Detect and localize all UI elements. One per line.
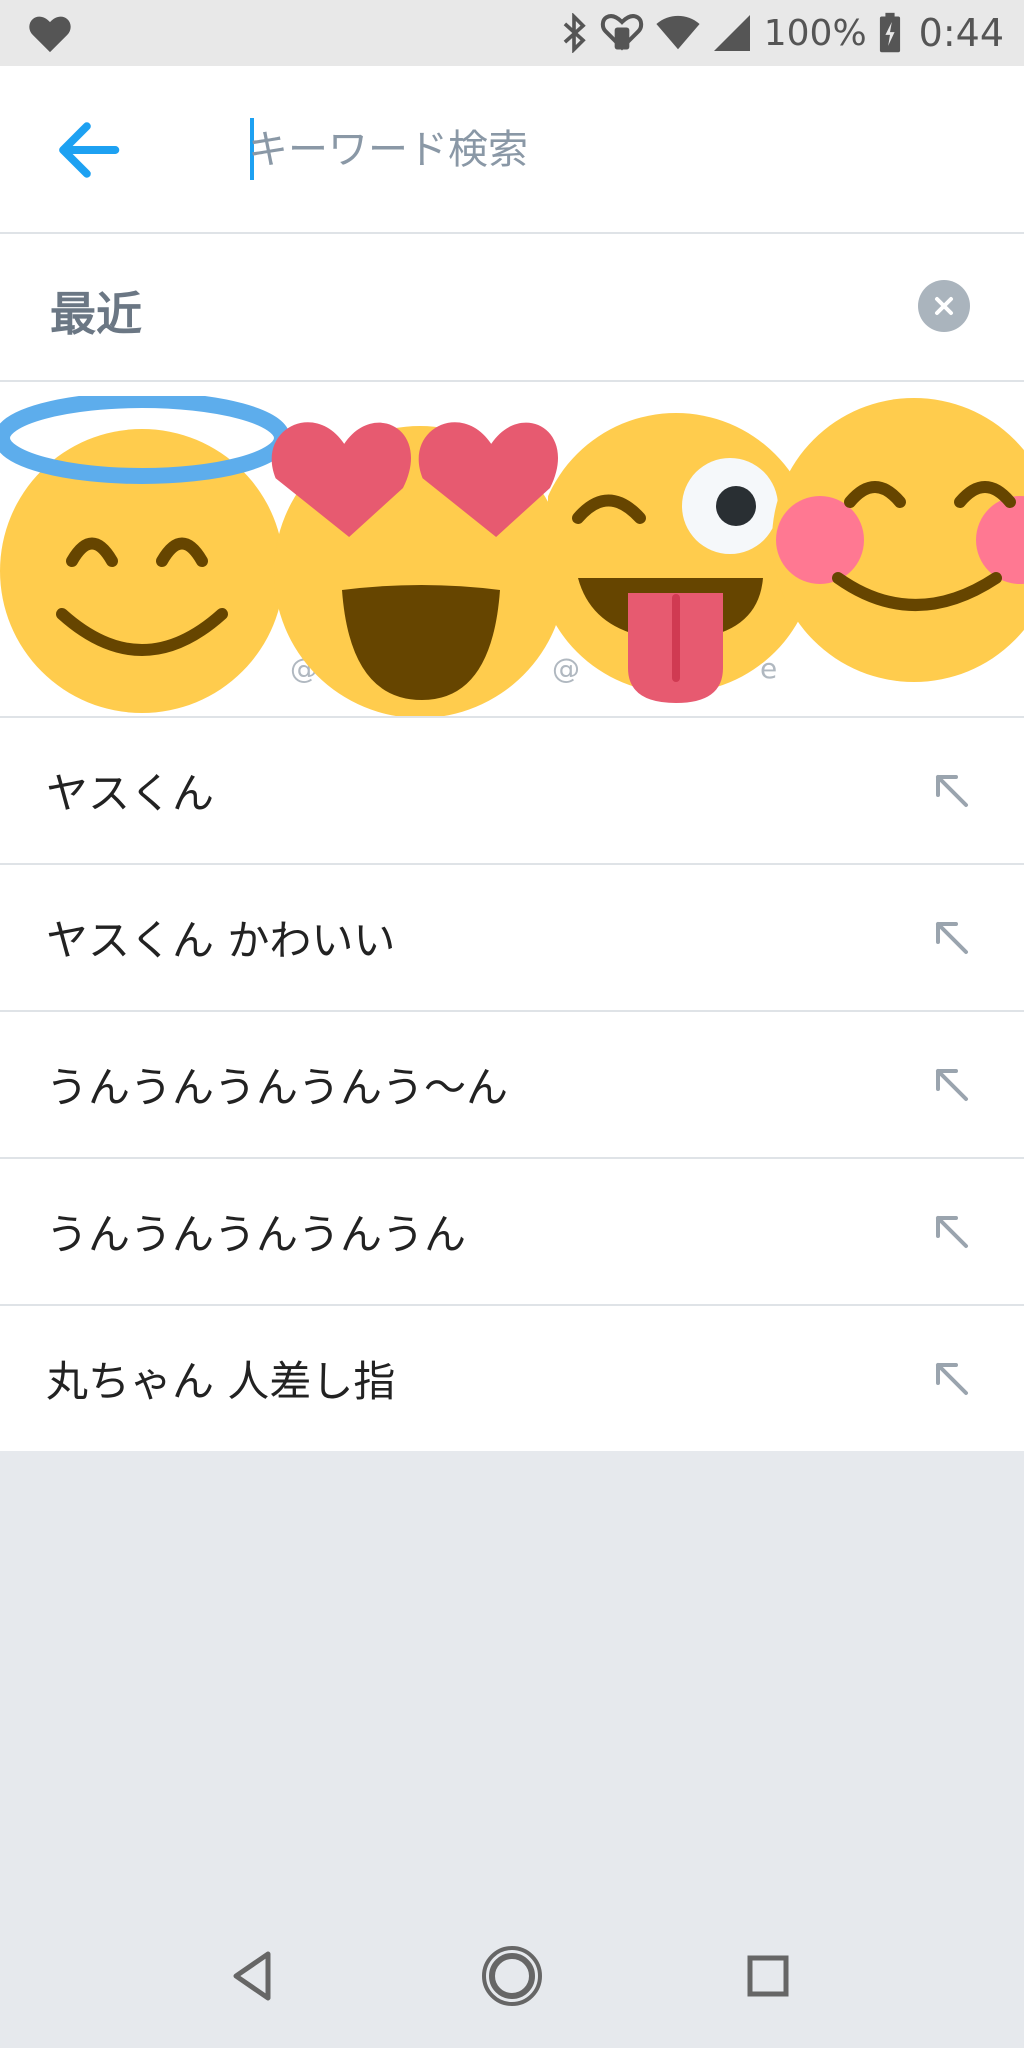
recent-search-item[interactable]: 丸ちゃん 人差し指	[0, 1306, 1024, 1451]
close-icon	[935, 297, 953, 315]
smiling-face-with-blush-icon[interactable]	[770, 382, 1024, 702]
smiling-face-with-heart-eyes-icon[interactable]	[262, 400, 582, 718]
battery-charging-icon	[879, 12, 900, 53]
clear-recent-button[interactable]	[918, 280, 970, 332]
home-circle-icon[interactable]	[480, 1944, 544, 2008]
arrow-up-left-icon[interactable]	[930, 1063, 974, 1107]
recent-search-text: ヤスくん かわいい	[46, 916, 396, 965]
recent-section-header: 最近	[0, 234, 1024, 382]
recent-search-text: うんうんうんうんう〜ん	[46, 1063, 509, 1112]
arrow-up-left-icon[interactable]	[930, 916, 974, 960]
recent-search-text: うんうんうんうんうん	[46, 1210, 467, 1259]
recent-search-text: 丸ちゃん 人差し指	[46, 1357, 396, 1406]
recent-search-item[interactable]: ヤスくん	[0, 718, 1024, 865]
smiling-face-with-halo-icon[interactable]	[0, 396, 300, 716]
recent-search-text: ヤスくん	[46, 769, 215, 818]
clock: 0:44	[918, 11, 1004, 55]
wifi-icon	[656, 15, 700, 50]
arrow-up-left-icon[interactable]	[930, 769, 974, 813]
recents-square-icon[interactable]	[736, 1944, 800, 2008]
status-bar: 100% 0:44	[0, 0, 1024, 66]
arrow-up-left-icon[interactable]	[930, 1357, 974, 1401]
heart-monitor-icon	[600, 14, 643, 51]
signal-icon	[713, 15, 750, 51]
search-app-bar	[0, 66, 1024, 234]
recent-search-item[interactable]: うんうんうんうんうん	[0, 1159, 1024, 1306]
back-triangle-icon[interactable]	[222, 1944, 286, 2008]
battery-percentage: 100%	[763, 12, 867, 54]
recent-searches-list: ヤスくん ヤスくん かわいい うんうんうんうんう〜ん うんうんうんうんうん 丸ち…	[0, 718, 1024, 1451]
recent-search-item[interactable]: ヤスくん かわいい	[0, 865, 1024, 1012]
heart-icon	[29, 16, 71, 53]
search-input[interactable]	[248, 112, 948, 188]
system-navigation-bar	[0, 1904, 1024, 2048]
back-arrow-icon[interactable]	[52, 112, 128, 188]
recent-search-item[interactable]: うんうんうんうんう〜ん	[0, 1012, 1024, 1159]
arrow-up-left-icon[interactable]	[930, 1210, 974, 1254]
bluetooth-icon	[563, 13, 586, 53]
recent-title: 最近	[50, 287, 142, 341]
recent-accounts-strip: @ @ e	[0, 382, 1024, 718]
